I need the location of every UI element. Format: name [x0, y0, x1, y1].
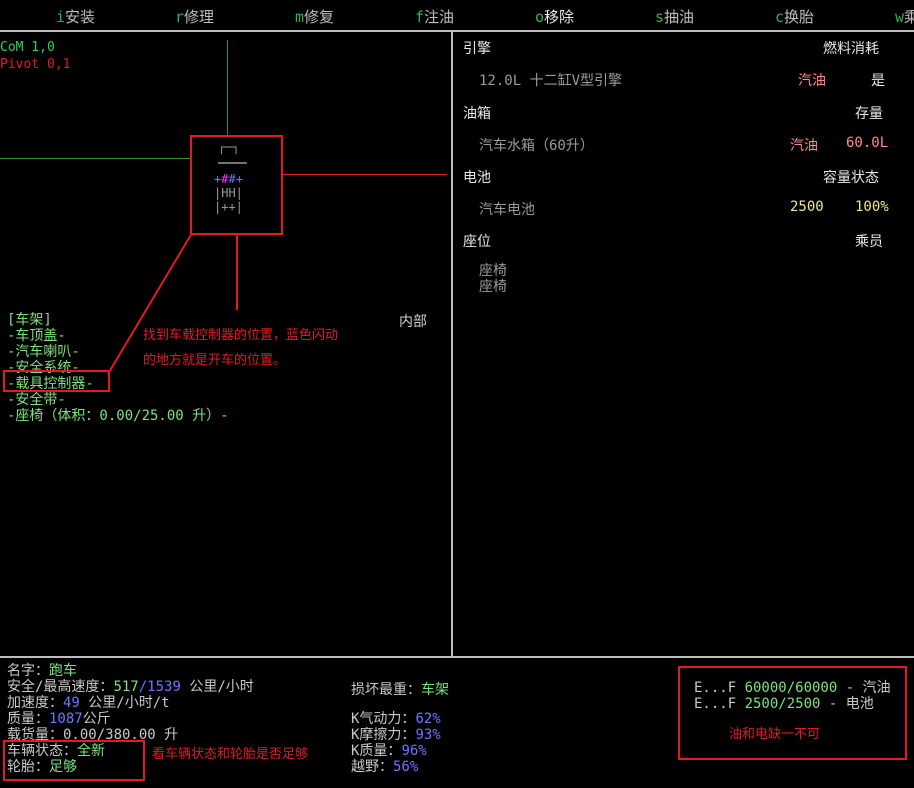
tank-header: 油箱 — [463, 106, 491, 122]
stat-mass: 质量：1087公斤 — [7, 711, 111, 727]
middle-divider — [451, 31, 453, 657]
stat-name: 名字：跑车 — [7, 663, 77, 679]
engine-item[interactable]: 12.0L 十二缸V型引擎 — [479, 70, 622, 90]
menu-siphon[interactable]: s抽油 — [655, 6, 694, 27]
pivot-label: Pivot 0,1 — [0, 57, 71, 72]
menu-install[interactable]: i安装 — [56, 6, 95, 27]
stat-k-aero: K气动力：62% — [351, 711, 441, 727]
bottom-divider — [0, 656, 914, 658]
fuel-gauge-gasoline: E...F 60000/60000 - 汽油 — [694, 680, 891, 696]
engine-fuel-used: 是 — [871, 73, 885, 89]
seat-col-header: 乘员 — [855, 234, 883, 250]
stat-accel: 加速度：49 公里/小时/t — [7, 695, 170, 711]
controller-note: 找到车载控制器的位置，蓝色闪动 的地方就是开车的位置。 — [143, 328, 339, 368]
fuel-gauge-battery: E...F 2500/2500 - 电池 — [694, 696, 874, 712]
inner-label: 内部 — [399, 314, 427, 330]
menu-remove[interactable]: o移除 — [535, 6, 574, 27]
status-highlight-box — [3, 740, 145, 781]
engine-header: 引擎 — [463, 41, 491, 57]
tank-col-header: 存量 — [855, 106, 883, 122]
top-menu-bar: i安装 r修理 m修复 f注油 o移除 s抽油 c换胎 w乘 — [0, 0, 914, 30]
com-label: CoM 1,0 — [0, 40, 55, 55]
battery-col-header: 容量状态 — [823, 170, 879, 186]
battery-header: 电池 — [463, 170, 491, 186]
menu-repair[interactable]: r修理 — [175, 6, 214, 27]
seat-list: 座椅 座椅 — [479, 263, 507, 295]
pivot-axis-horizontal — [282, 174, 447, 175]
status-note: 看车辆状态和轮胎是否足够 — [152, 747, 309, 762]
com-axis-vertical — [227, 40, 228, 135]
stat-most-damaged: 损坏最重：车架 — [351, 682, 449, 698]
tank-fuel-type: 汽油 — [790, 138, 818, 154]
fuel-gauges: E...F 60000/60000 - 汽油 E...F 2500/2500 -… — [694, 680, 891, 712]
battery-item[interactable]: 汽车电池 — [479, 199, 535, 219]
menu-refill[interactable]: f注油 — [415, 6, 454, 27]
stat-offroad: 越野：56% — [351, 759, 419, 775]
part-seatbelt[interactable]: -安全带- — [7, 392, 229, 408]
stat-k-friction: K摩擦力：93% — [351, 727, 441, 743]
controller-highlight-box — [3, 370, 110, 392]
part-seat[interactable]: -座椅（体积：0.00/25.00 升）- — [7, 408, 229, 424]
seat-item[interactable]: 座椅 — [479, 279, 507, 295]
tank-item[interactable]: 汽车水箱（60升） — [479, 135, 594, 155]
engine-col-header: 燃料消耗 — [823, 41, 879, 57]
fuel-note: 油和电缺一不可 — [729, 727, 821, 742]
top-divider — [0, 30, 914, 32]
vehicle-highlight-box — [190, 135, 283, 235]
pointer-line-down — [236, 235, 238, 310]
menu-mend[interactable]: m修复 — [295, 6, 334, 27]
menu-change-tire[interactable]: c换胎 — [775, 6, 814, 27]
com-axis-horizontal — [0, 158, 190, 159]
engine-fuel-type: 汽油 — [798, 73, 826, 89]
seat-item[interactable]: 座椅 — [479, 263, 507, 279]
stat-k-mass: K质量：96% — [351, 743, 427, 759]
k-stats: K气动力：62% K摩擦力：93% K质量：96% 越野：56% — [351, 711, 441, 775]
battery-capacity: 2500 — [790, 199, 824, 215]
seat-header: 座位 — [463, 234, 491, 250]
stat-speed: 安全/最高速度：517/1539 公里/小时 — [7, 679, 254, 695]
tank-amount: 60.0L — [846, 135, 889, 151]
menu-ride[interactable]: w乘 — [895, 6, 914, 27]
battery-percent: 100% — [855, 199, 889, 215]
